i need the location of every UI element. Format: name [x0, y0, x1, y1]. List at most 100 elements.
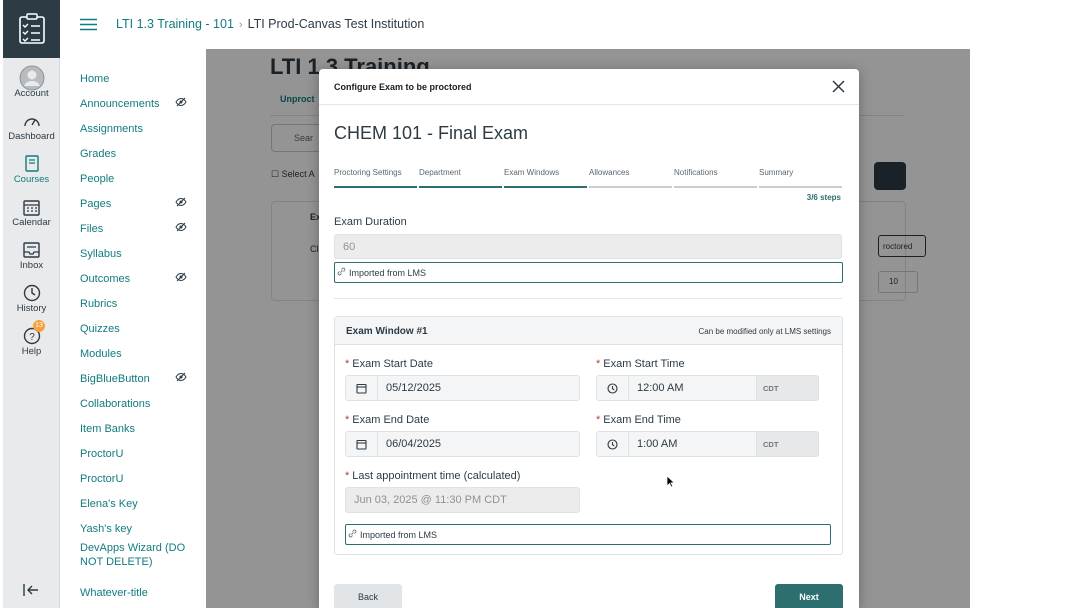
start-date-label: * Exam Start Date	[345, 358, 433, 370]
course-nav-item[interactable]: Quizzes	[60, 316, 206, 341]
window-imported-label: Imported from LMS	[360, 529, 438, 540]
institution-logo[interactable]	[3, 0, 60, 58]
inbox-icon	[23, 240, 40, 260]
end-date-label: * Exam End Date	[345, 414, 430, 426]
course-nav-label: Pages	[80, 197, 112, 210]
imported-label: Imported from LMS	[349, 267, 427, 278]
hidden-eye-icon	[175, 272, 187, 285]
start-date-value: 05/12/2025	[386, 382, 442, 394]
course-nav-label: ProctorU	[80, 472, 124, 485]
clock-icon	[597, 432, 629, 456]
hidden-eye-icon	[175, 372, 187, 385]
course-nav-item[interactable]: Assignments	[60, 116, 206, 141]
nav-dashboard[interactable]: Dashboard	[3, 105, 60, 148]
link-icon	[348, 529, 357, 540]
exam-name: CHEM 101 - Final Exam	[334, 123, 529, 143]
start-timezone: CDT	[756, 376, 818, 400]
course-nav-item[interactable]: Files	[60, 216, 206, 241]
nav-dashboard-label: Dashboard	[8, 131, 55, 142]
course-nav-label: Yash's key	[80, 522, 133, 535]
end-time-value: 1:00 AM	[637, 438, 678, 450]
hamburger-menu-icon[interactable]	[80, 18, 97, 36]
nav-courses-label: Courses	[13, 174, 50, 185]
course-nav-item[interactable]: Item Banks	[60, 416, 206, 441]
step-tab[interactable]: Proctoring Settings	[334, 166, 417, 188]
back-button[interactable]: Back	[334, 584, 402, 608]
start-time-label: * Exam Start Time	[596, 358, 685, 370]
collapse-nav-icon[interactable]	[22, 583, 40, 602]
course-nav-item[interactable]: Home	[60, 66, 206, 91]
stepper: Proctoring Settings Department Exam Window…	[334, 166, 842, 188]
modal-header: Configure Exam to be proctored	[319, 69, 859, 105]
end-timezone: CDT	[756, 432, 818, 456]
breadcrumb: LTI 1.3 Training - 101 › LTI Prod-Canvas T…	[116, 17, 424, 31]
end-time-label: * Exam End Time	[596, 414, 681, 426]
nav-calendar-label: Calendar	[12, 217, 51, 228]
course-nav-item[interactable]: DevApps Wizard (DO NOT DELETE)	[60, 541, 206, 580]
end-time-field[interactable]: 1:00 AM CDT	[596, 431, 819, 457]
course-nav-item[interactable]: Pages	[60, 191, 206, 216]
course-nav-item[interactable]: Rubrics	[60, 291, 206, 316]
course-nav-label: Home	[80, 72, 110, 85]
step-tab[interactable]: Exam Windows	[504, 166, 587, 188]
steps-count: 3/6 steps	[806, 193, 841, 202]
end-date-field[interactable]: 06/04/2025	[345, 431, 580, 457]
course-nav-item[interactable]: Whatever-title	[60, 580, 206, 605]
course-nav-item[interactable]: Yash's key	[60, 516, 206, 541]
course-nav-item[interactable]: Announcements	[60, 91, 206, 116]
last-appointment-label: * Last appointment time (calculated)	[345, 470, 521, 482]
next-button[interactable]: Next	[775, 584, 843, 608]
course-nav-label: Whatever-title	[80, 586, 148, 599]
breadcrumb-course-link[interactable]: LTI 1.3 Training - 101	[116, 17, 234, 31]
exam-window-card: Exam Window #1 Can be modified only at L…	[334, 316, 843, 555]
svg-text:?: ?	[29, 332, 35, 343]
start-time-value: 12:00 AM	[637, 382, 684, 394]
course-nav-item[interactable]: ProctorU	[60, 441, 206, 466]
course-nav-item[interactable]: ProctorU	[60, 466, 206, 491]
start-time-field[interactable]: 12:00 AM CDT	[596, 375, 819, 401]
last-appointment-field: Jun 03, 2025 @ 11:30 PM CDT	[345, 487, 580, 513]
nav-help[interactable]: ? 13 Help	[3, 320, 60, 363]
configure-exam-modal: Configure Exam to be proctored CHEM 101 …	[319, 69, 859, 608]
exam-duration-field: 60	[334, 234, 842, 259]
nav-calendar[interactable]: Calendar	[3, 191, 60, 234]
course-nav-label: DevApps Wizard (DO NOT DELETE)	[80, 542, 186, 568]
course-nav-label: Item Banks	[80, 422, 136, 435]
course-nav-item[interactable]: Collaborations	[60, 391, 206, 416]
course-nav-item[interactable]: Outcomes	[60, 266, 206, 291]
step-tab[interactable]: Notifications	[674, 166, 757, 188]
exam-window-note: Can be modified only at LMS settings	[698, 327, 831, 336]
course-nav-item[interactable]: BigBlueButton	[60, 366, 206, 391]
global-nav: Account Dashboard Courses Calendar Inbox…	[3, 0, 60, 608]
step-tab[interactable]: Summary	[759, 166, 842, 188]
exam-duration-label: Exam Duration	[334, 216, 407, 228]
start-date-field[interactable]: 05/12/2025	[345, 375, 580, 401]
checklist-logo-icon	[18, 13, 45, 44]
nav-account[interactable]: Account	[3, 62, 60, 105]
imported-from-lms-note: Imported from LMS	[334, 262, 843, 283]
close-icon[interactable]	[832, 80, 845, 98]
course-nav-label: ProctorU	[80, 447, 124, 460]
step-tab[interactable]: Department	[419, 166, 502, 188]
course-nav-item[interactable]: People	[60, 166, 206, 191]
nav-history[interactable]: History	[3, 277, 60, 320]
breadcrumb-current: LTI Prod-Canvas Test Institution	[247, 17, 425, 31]
course-nav-label: Rubrics	[80, 297, 118, 310]
window-imported-from-lms-note: Imported from LMS	[345, 524, 831, 545]
course-nav-label: BigBlueButton	[80, 372, 150, 385]
help-badge: 13	[33, 320, 45, 332]
calendar-icon	[346, 376, 378, 400]
step-tab[interactable]: Allowances	[589, 166, 672, 188]
course-nav-item[interactable]: Syllabus	[60, 241, 206, 266]
hidden-eye-icon	[175, 222, 187, 235]
nav-account-label: Account	[14, 88, 49, 99]
course-nav-item[interactable]: Elena's Key	[60, 491, 206, 516]
mouse-cursor-icon	[666, 475, 676, 493]
nav-courses[interactable]: Courses	[3, 148, 60, 191]
course-nav-label: Quizzes	[80, 322, 120, 335]
nav-inbox[interactable]: Inbox	[3, 234, 60, 277]
course-nav-label: Outcomes	[80, 272, 131, 285]
course-nav-item[interactable]: Grades	[60, 141, 206, 166]
course-nav-item[interactable]: Modules	[60, 341, 206, 366]
course-nav-label: Syllabus	[80, 247, 122, 260]
